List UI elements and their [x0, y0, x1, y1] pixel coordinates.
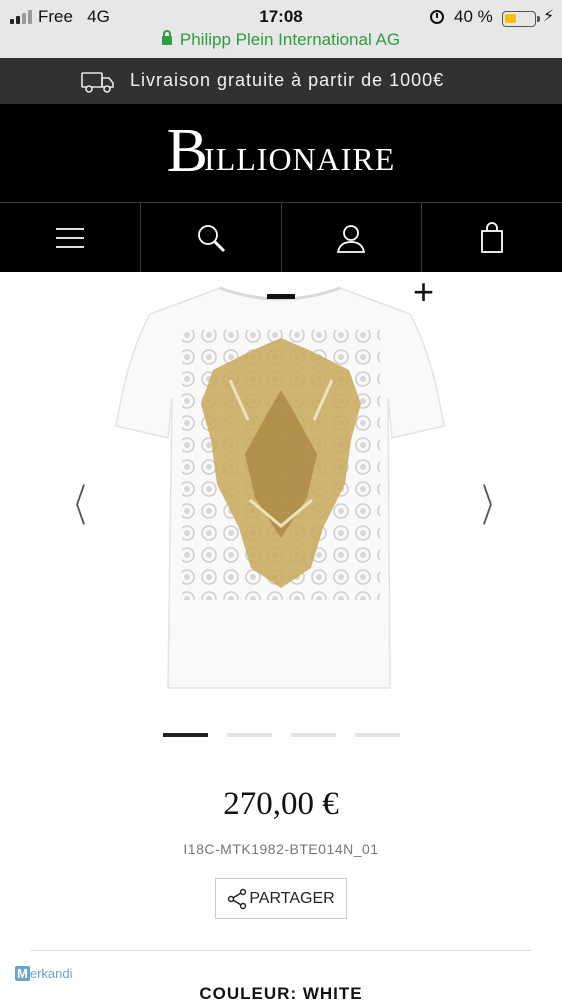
next-image-button[interactable]: 〉 — [482, 470, 506, 534]
shipping-text: Livraison gratuite à partir de 1000€ — [130, 70, 445, 90]
hamburger-menu-icon — [55, 227, 84, 248]
user-icon — [337, 224, 366, 253]
main-nav — [0, 202, 562, 272]
product-gallery[interactable]: + 〈 〉 — [0, 272, 562, 712]
battery-percent: 40 % — [454, 7, 493, 26]
logo-initial: B — [166, 117, 209, 185]
product-sku: I18C-MTK1982-BTE014N_01 — [183, 841, 379, 857]
pagination-dot[interactable] — [227, 733, 272, 737]
pagination-dot[interactable] — [163, 733, 208, 737]
share-button[interactable]: PARTAGER — [215, 878, 347, 919]
shopping-bag-icon — [481, 221, 504, 253]
share-icon — [228, 888, 247, 909]
logo-text: ILLIONAIRE — [204, 141, 396, 177]
pagination-dot[interactable] — [291, 733, 336, 737]
charging-icon: ⚡ — [543, 8, 555, 25]
watermark-logo: Merkandi — [15, 966, 73, 981]
pagination-dot[interactable] — [355, 733, 400, 737]
search-icon — [197, 224, 225, 252]
status-bar: Free 4G 17:08 40 % ⚡ Philipp Plein Inter… — [0, 0, 562, 58]
site-owner: Philipp Plein International AG — [179, 30, 401, 49]
search-button[interactable] — [141, 203, 282, 272]
share-label: PARTAGER — [249, 889, 335, 907]
alarm-icon — [430, 10, 444, 24]
truck-icon — [81, 72, 114, 93]
address-bar[interactable]: Philipp Plein International AG — [0, 30, 562, 50]
brand-logo[interactable]: BILLIONAIRE — [0, 118, 562, 184]
gallery-pagination — [163, 733, 400, 737]
section-divider — [30, 950, 532, 951]
prev-image-button[interactable]: 〈 — [62, 470, 86, 534]
battery-icon — [502, 11, 540, 27]
color-label: COULEUR: WHITE — [199, 984, 363, 1000]
site-header: BILLIONAIRE — [0, 104, 562, 202]
shipping-banner: Livraison gratuite à partir de 1000€ — [0, 58, 562, 104]
product-image — [115, 286, 445, 689]
lock-icon — [161, 30, 172, 45]
account-button[interactable] — [282, 203, 423, 272]
menu-button[interactable] — [0, 203, 141, 272]
product-price: 270,00 € — [223, 786, 339, 822]
cart-button[interactable] — [422, 203, 562, 272]
